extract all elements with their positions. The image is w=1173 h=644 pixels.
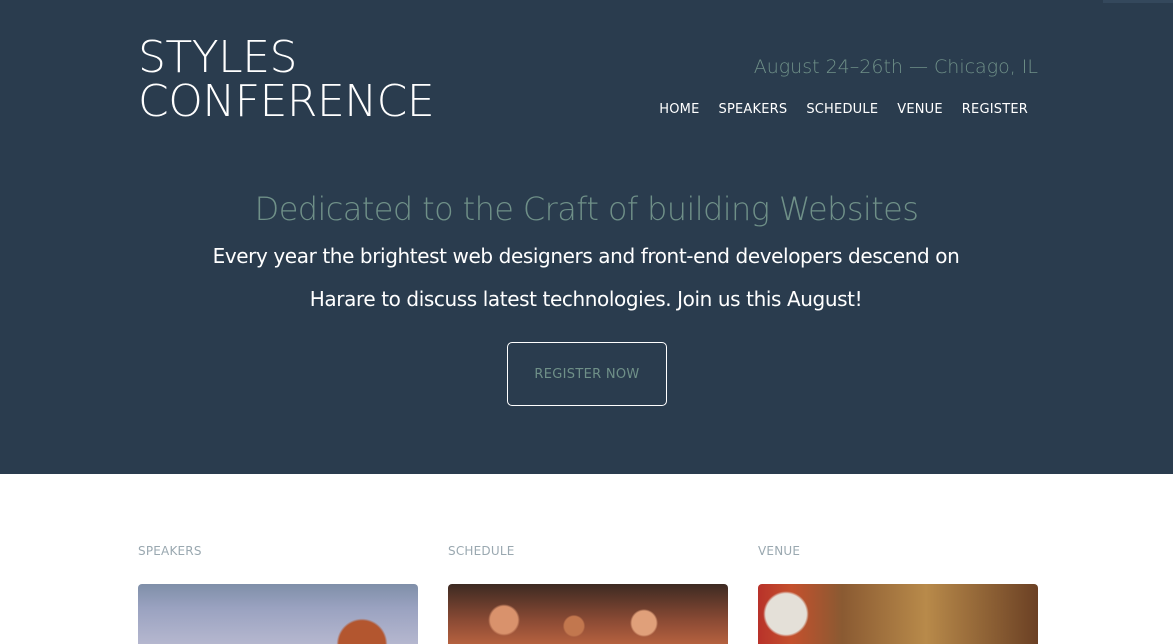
schedule-image[interactable] [448,584,728,644]
venue-image[interactable] [758,584,1038,644]
speakers-teaser: SPEAKERS [138,543,418,644]
speakers-heading: SPEAKERS [138,544,202,558]
event-dates-location: August 24–26th — Chicago, IL [753,56,1038,78]
register-now-button[interactable]: REGISTER NOW [507,342,667,406]
top-edge-decoration [1103,0,1173,3]
speakers-image[interactable] [138,584,418,644]
nav-schedule[interactable]: SCHEDULE [806,102,878,117]
nav-venue[interactable]: VENUE [897,102,943,117]
nav-speakers[interactable]: SPEAKERS [719,102,788,117]
schedule-teaser: SCHEDULE [448,543,728,644]
logo-line-1: STYLES [138,32,297,83]
venue-heading: VENUE [758,544,801,558]
nav-register[interactable]: REGISTER [962,102,1028,117]
hero-lead-text: Every year the brightest web designers a… [212,244,960,311]
schedule-heading: SCHEDULE [448,544,515,558]
logo-line-2: CONFERENCE [138,76,435,127]
site-logo[interactable]: STYLES CONFERENCE [138,32,435,127]
hero-headline: Dedicated to the Craft of building Websi… [254,190,919,228]
nav-home[interactable]: HOME [659,102,699,117]
main-nav: HOME SPEAKERS SCHEDULE VENUE REGISTER [659,102,1028,117]
hero-section: STYLES CONFERENCE August 24–26th — Chica… [0,0,1173,474]
venue-teaser: VENUE [758,543,1038,644]
